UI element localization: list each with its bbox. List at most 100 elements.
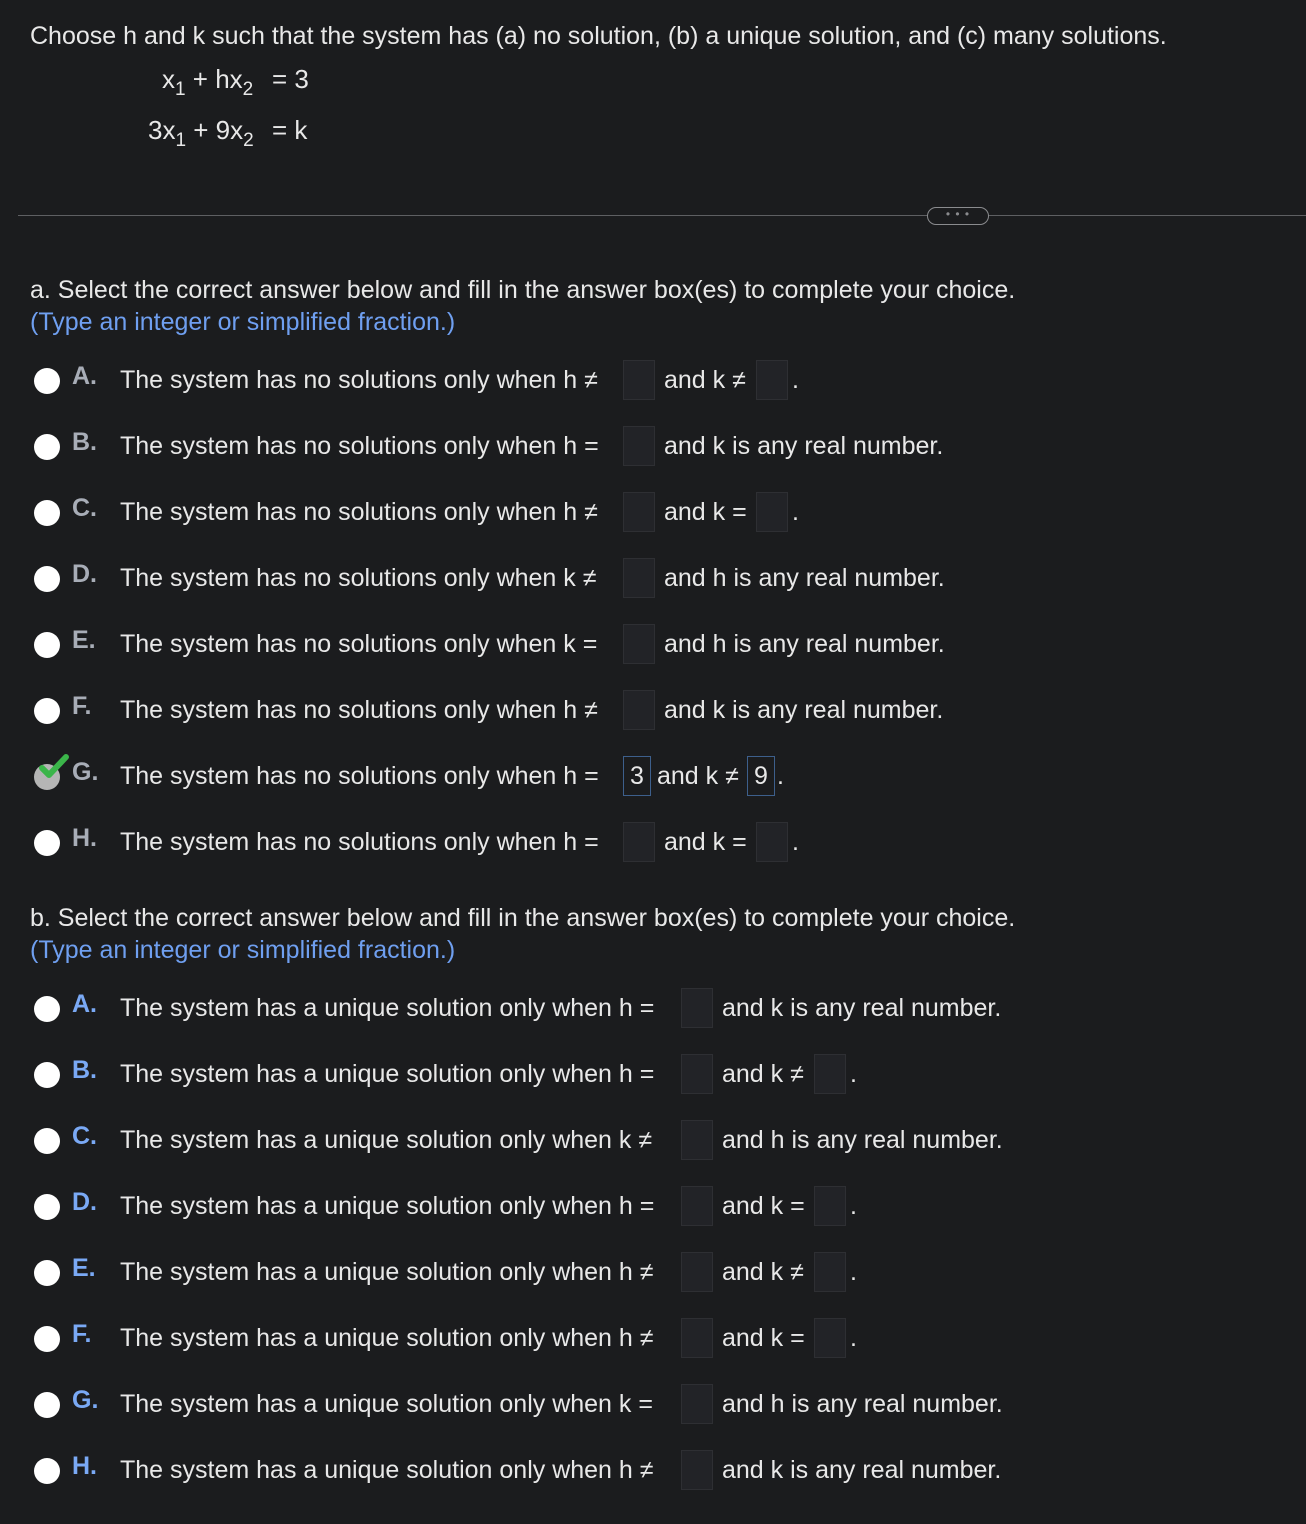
answer-box-1[interactable]: [623, 624, 655, 664]
radio-button[interactable]: [34, 1326, 60, 1352]
option-text-2: and k =: [722, 1324, 805, 1352]
radio-button[interactable]: [34, 830, 60, 856]
option-part_a-b[interactable]: B. The system has no solutions only when …: [34, 426, 1234, 466]
answer-box-1[interactable]: 3: [623, 756, 651, 796]
option-text-2: and h is any real number.: [722, 1390, 1003, 1418]
option-text-2: and h is any real number.: [664, 564, 945, 592]
option-letter: D.: [72, 1188, 97, 1216]
option-part_b-a[interactable]: A. The system has a unique solution only …: [34, 988, 1234, 1028]
radio-button[interactable]: [34, 1062, 60, 1088]
option-text: The system has a unique solution only wh…: [120, 994, 655, 1022]
option-text: The system has a unique solution only wh…: [120, 1060, 655, 1088]
answer-box-2[interactable]: [814, 1054, 846, 1094]
option-text: The system has no solutions only when h …: [120, 498, 598, 526]
option-end-punct: .: [777, 762, 784, 790]
radio-button[interactable]: [34, 500, 60, 526]
checkmark-icon: [39, 754, 69, 778]
answer-box-1[interactable]: [681, 1186, 713, 1226]
option-text: The system has a unique solution only wh…: [120, 1456, 654, 1484]
option-text-2: and k ≠: [722, 1060, 804, 1088]
option-text-2: and k is any real number.: [664, 696, 944, 724]
option-part_b-d[interactable]: D. The system has a unique solution only …: [34, 1186, 1234, 1226]
option-letter: H.: [72, 1452, 97, 1480]
option-text: The system has a unique solution only wh…: [120, 1390, 653, 1418]
answer-box-1[interactable]: [681, 1120, 713, 1160]
answer-box-2[interactable]: [814, 1318, 846, 1358]
option-text: The system has no solutions only when h …: [120, 696, 598, 724]
more-button[interactable]: • • •: [927, 207, 989, 225]
option-part_b-c[interactable]: C. The system has a unique solution only …: [34, 1120, 1234, 1160]
option-part_a-g[interactable]: G. The system has no solutions only when …: [34, 754, 1234, 796]
radio-button[interactable]: [34, 698, 60, 724]
answer-box-1[interactable]: [623, 426, 655, 466]
answer-box-2[interactable]: [756, 360, 788, 400]
option-part_b-h[interactable]: H. The system has a unique solution only …: [34, 1450, 1234, 1490]
answer-box-1[interactable]: [681, 1384, 713, 1424]
option-part_b-b[interactable]: B. The system has a unique solution only …: [34, 1054, 1234, 1094]
option-text-2: and h is any real number.: [664, 630, 945, 658]
answer-box-1[interactable]: [681, 1252, 713, 1292]
option-part_a-c[interactable]: C. The system has no solutions only when …: [34, 492, 1234, 532]
part-a-hint: (Type an integer or simplified fraction.…: [30, 308, 456, 336]
option-text: The system has no solutions only when h …: [120, 366, 598, 394]
option-text: The system has no solutions only when k …: [120, 630, 598, 658]
option-letter: F.: [72, 692, 92, 720]
answer-box-1[interactable]: [623, 690, 655, 730]
section-divider: [18, 215, 1306, 216]
radio-button[interactable]: [34, 1194, 60, 1220]
eq1-sub-a: 1: [175, 79, 186, 100]
option-end-punct: .: [792, 828, 799, 856]
option-letter: G.: [72, 1386, 99, 1414]
answer-box-1[interactable]: [623, 492, 655, 532]
option-part_a-a[interactable]: A. The system has no solutions only when …: [34, 360, 1234, 400]
answer-box-1[interactable]: [623, 822, 655, 862]
answer-box-1[interactable]: [681, 1450, 713, 1490]
radio-button[interactable]: [34, 1392, 60, 1418]
answer-box-2[interactable]: [756, 822, 788, 862]
answer-box-1[interactable]: [623, 558, 655, 598]
radio-button[interactable]: [34, 434, 60, 460]
radio-button[interactable]: [34, 566, 60, 592]
option-letter: H.: [72, 824, 97, 852]
option-part_a-d[interactable]: D. The system has no solutions only when …: [34, 558, 1234, 598]
question-prompt: Choose h and k such that the system has …: [30, 22, 1167, 50]
option-letter: C.: [72, 1122, 97, 1150]
eq2-sub-a: 1: [175, 130, 187, 151]
radio-button[interactable]: [34, 632, 60, 658]
option-part_a-f[interactable]: F. The system has no solutions only when …: [34, 690, 1234, 730]
option-text: The system has a unique solution only wh…: [120, 1192, 655, 1220]
radio-button[interactable]: [34, 368, 60, 394]
option-text-2: and k is any real number.: [664, 432, 944, 460]
option-letter: B.: [72, 1056, 97, 1084]
answer-box-1[interactable]: [681, 988, 713, 1028]
eq1-rhs: = 3: [272, 64, 309, 94]
option-part_b-e[interactable]: E. The system has a unique solution only …: [34, 1252, 1234, 1292]
option-text: The system has no solutions only when h …: [120, 828, 599, 856]
option-end-punct: .: [792, 366, 799, 394]
option-part_a-h[interactable]: H. The system has no solutions only when …: [34, 822, 1234, 862]
option-text-2: and k =: [664, 828, 747, 856]
answer-box-1[interactable]: [681, 1054, 713, 1094]
radio-button[interactable]: [34, 1260, 60, 1286]
option-part_b-f[interactable]: F. The system has a unique solution only …: [34, 1318, 1234, 1358]
answer-box-1[interactable]: [681, 1318, 713, 1358]
option-letter: E.: [72, 1254, 96, 1282]
eq1-term-a: x: [162, 64, 175, 94]
equation-1: x1 + hx2 = 3: [162, 64, 362, 99]
answer-box-2[interactable]: 9: [747, 756, 775, 796]
answer-box-2[interactable]: [814, 1186, 846, 1226]
option-end-punct: .: [850, 1060, 857, 1088]
option-part_a-e[interactable]: E. The system has no solutions only when …: [34, 624, 1234, 664]
option-part_b-g[interactable]: G. The system has a unique solution only …: [34, 1384, 1234, 1424]
answer-box-1[interactable]: [623, 360, 655, 400]
option-text: The system has no solutions only when k …: [120, 564, 597, 592]
eq2-term-a: 3x: [148, 115, 176, 145]
radio-button[interactable]: [34, 1128, 60, 1154]
eq2-rhs: = k: [272, 115, 308, 145]
answer-box-2[interactable]: [814, 1252, 846, 1292]
option-text-2: and k =: [722, 1192, 805, 1220]
radio-button[interactable]: [34, 996, 60, 1022]
answer-box-2[interactable]: [756, 492, 788, 532]
radio-button[interactable]: [34, 1458, 60, 1484]
option-letter: D.: [72, 560, 97, 588]
